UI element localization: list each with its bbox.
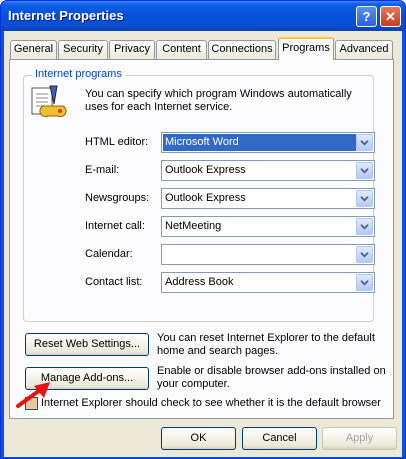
email-select[interactable]: Outlook Express [161, 160, 375, 181]
tab-general[interactable]: General [10, 40, 57, 59]
internet-properties-window: Internet Properties ? ✕ General Security… [0, 0, 406, 459]
internet-call-select[interactable]: NetMeeting [161, 216, 375, 237]
tab-security[interactable]: Security [58, 40, 108, 59]
programs-panel: Internet programs You can specify which … [9, 59, 394, 419]
help-button[interactable]: ? [356, 6, 377, 27]
email-value: Outlook Express [165, 164, 246, 176]
chevron-down-icon[interactable] [356, 134, 373, 151]
internet-programs-icon [31, 85, 67, 118]
chevron-down-icon[interactable] [356, 190, 373, 207]
programs-description: You can specify which program Windows au… [85, 88, 352, 113]
internet-call-label: Internet call: [85, 220, 145, 232]
newsgroups-select[interactable]: Outlook Express [161, 188, 375, 209]
reset-web-settings-button[interactable]: Reset Web Settings... [25, 333, 149, 356]
chevron-down-icon[interactable] [356, 162, 373, 179]
ok-button[interactable]: OK [161, 427, 236, 450]
html-editor-select[interactable]: Microsoft Word [161, 132, 375, 153]
contact-list-label: Contact list: [85, 276, 143, 288]
newsgroups-value: Outlook Express [165, 192, 246, 204]
apply-button[interactable]: Apply [322, 427, 397, 450]
chevron-down-icon[interactable] [356, 218, 373, 235]
tab-advanced[interactable]: Advanced [335, 40, 393, 59]
close-button[interactable]: ✕ [380, 6, 401, 27]
dialog-body: General Security Privacy Content Connect… [4, 31, 402, 457]
chevron-down-icon[interactable] [356, 246, 373, 263]
group-title: Internet programs [32, 68, 125, 80]
tab-programs[interactable]: Programs [278, 37, 334, 60]
cancel-button[interactable]: Cancel [242, 427, 317, 450]
newsgroups-label: Newsgroups: [85, 192, 150, 204]
tab-content[interactable]: Content [156, 40, 207, 59]
tab-connections[interactable]: Connections [208, 40, 276, 59]
html-editor-value: Microsoft Word [163, 134, 356, 151]
email-label: E-mail: [85, 164, 120, 176]
chevron-down-icon[interactable] [356, 274, 373, 291]
reset-description: You can reset Internet Explorer to the d… [157, 332, 375, 357]
addons-description: Enable or disable browser add-ons instal… [157, 365, 386, 390]
internet-call-value: NetMeeting [165, 220, 222, 232]
calendar-value [163, 246, 356, 263]
default-browser-label: Internet Explorer should check to see wh… [41, 397, 381, 409]
title-bar[interactable]: Internet Properties ? ✕ [1, 1, 405, 31]
window-title: Internet Properties [8, 8, 124, 23]
html-editor-label: HTML editor: [85, 136, 149, 148]
contact-list-value: Address Book [165, 276, 234, 288]
contact-list-select[interactable]: Address Book [161, 272, 375, 293]
calendar-label: Calendar: [85, 248, 133, 260]
internet-programs-group: Internet programs You can specify which … [23, 68, 375, 322]
tab-privacy[interactable]: Privacy [109, 40, 155, 59]
red-arrow-icon [16, 382, 50, 408]
calendar-select[interactable] [161, 244, 375, 265]
